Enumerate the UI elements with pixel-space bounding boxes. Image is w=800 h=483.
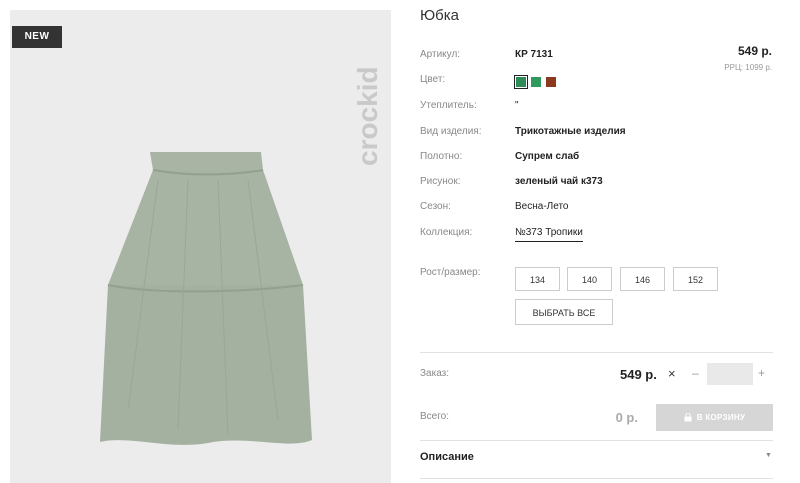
description-toggle[interactable]: Описание xyxy=(420,451,474,463)
select-all-button[interactable]: ВЫБРАТЬ ВСЕ xyxy=(515,299,613,325)
insulation-label: Утеплитель: xyxy=(420,100,477,111)
article-value: КР 7131 xyxy=(515,49,553,60)
product-image[interactable]: crockid xyxy=(10,10,391,483)
decrease-quantity-button[interactable]: – xyxy=(692,366,699,380)
divider xyxy=(420,478,773,479)
color-swatch-brown[interactable] xyxy=(546,77,556,87)
divider xyxy=(420,352,773,353)
color-label: Цвет: xyxy=(420,74,446,85)
svg-text:crockid: crockid xyxy=(352,66,383,166)
lock-icon xyxy=(684,413,692,422)
type-value: Трикотажные изделия xyxy=(515,126,626,137)
pattern-value: зеленый чай к373 xyxy=(515,176,603,187)
order-price: 549 р. xyxy=(620,367,657,382)
size-label: Рост/размер: xyxy=(420,267,481,278)
size-button-140[interactable]: 140 xyxy=(567,267,612,291)
color-swatch-green-selected[interactable] xyxy=(514,75,528,89)
divider xyxy=(420,440,773,441)
size-button-146[interactable]: 146 xyxy=(620,267,665,291)
total-label: Всего: xyxy=(420,411,449,422)
order-label: Заказ: xyxy=(420,368,450,379)
pattern-label: Рисунок: xyxy=(420,176,461,187)
brand-logo: crockid xyxy=(352,66,383,166)
size-button-134[interactable]: 134 xyxy=(515,267,560,291)
chevron-down-icon[interactable]: ▼ xyxy=(765,452,772,459)
recommended-price: РРЦ: 1099 р. xyxy=(724,63,772,72)
fabric-value: Супрем слаб xyxy=(515,151,580,162)
season-value: Весна-Лето xyxy=(515,201,569,212)
insulation-value: " xyxy=(515,100,519,111)
quantity-input[interactable] xyxy=(707,363,753,385)
product-title: Юбка xyxy=(420,7,459,24)
color-swatch-green[interactable] xyxy=(531,77,541,87)
size-button-152[interactable]: 152 xyxy=(673,267,718,291)
multiply-icon: × xyxy=(668,366,676,381)
add-to-cart-button[interactable]: В КОРЗИНУ xyxy=(656,404,773,431)
product-price: 549 р. xyxy=(737,44,772,58)
article-label: Артикул: xyxy=(420,49,461,60)
add-to-cart-label: В КОРЗИНУ xyxy=(696,413,746,422)
fabric-label: Полотно: xyxy=(420,151,463,162)
new-badge: NEW xyxy=(12,26,62,48)
season-label: Сезон: xyxy=(420,201,451,212)
total-value: 0 р. xyxy=(615,410,638,425)
type-label: Вид изделия: xyxy=(420,126,482,137)
collection-link[interactable]: №373 Тропики xyxy=(515,226,583,242)
increase-quantity-button[interactable]: + xyxy=(758,366,765,380)
collection-label: Коллекция: xyxy=(420,227,473,238)
skirt-image xyxy=(100,152,312,445)
